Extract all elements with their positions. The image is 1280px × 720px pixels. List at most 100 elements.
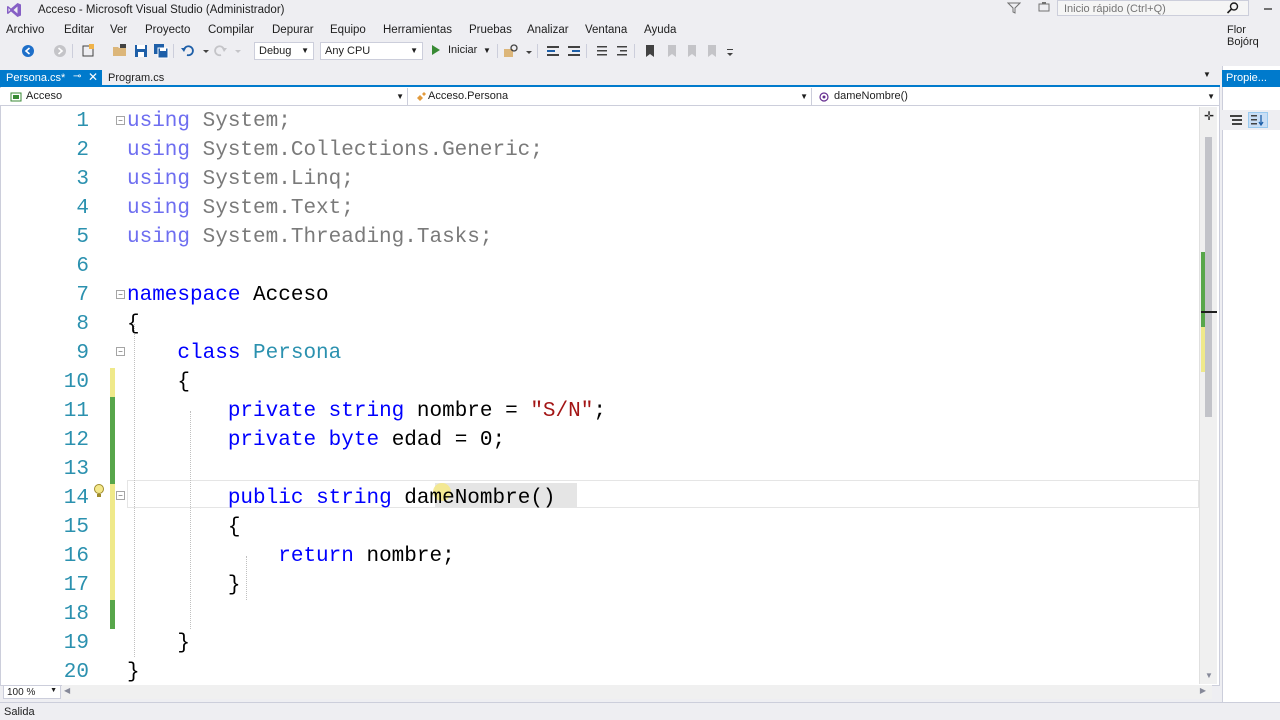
saved-change-map-marker	[1201, 252, 1205, 327]
tab-label: Propie...	[1226, 72, 1267, 84]
document-tab-strip: Persona.cs* ⊸ ✕ Program.cs	[0, 66, 1220, 87]
line-number: 13	[63, 458, 89, 481]
window-title: Acceso - Microsoft Visual Studio (Admini…	[38, 4, 285, 16]
split-window-icon[interactable]: ✛	[1204, 109, 1214, 123]
feedback-filter-icon[interactable]	[1007, 1, 1021, 15]
scrollbar-thumb[interactable]	[1205, 137, 1212, 417]
code-editor[interactable]: − − − − 1 using System; 2 using System.C…	[1, 107, 1199, 684]
code-line: 10 {	[1, 368, 1199, 397]
line-number: 20	[63, 661, 89, 684]
menu-depurar[interactable]: Depurar	[272, 24, 314, 36]
navigation-bar: Acceso ▼ Acceso.Persona ▼ dameNombre() ▼	[0, 88, 1219, 106]
menu-herramientas[interactable]: Herramientas	[383, 24, 452, 36]
redo-icon[interactable]	[212, 43, 228, 59]
pin-icon[interactable]: ⊸	[73, 71, 81, 82]
properties-panel	[1222, 66, 1280, 702]
menu-editar[interactable]: Editar	[64, 24, 94, 36]
line-number: 14	[63, 487, 89, 510]
bookmark-icon[interactable]	[642, 43, 658, 59]
scroll-left-icon[interactable]: ◀	[64, 686, 70, 695]
chevron-down-icon: ▼	[800, 92, 808, 101]
type-dropdown[interactable]: Acceso.Persona ▼	[410, 88, 812, 106]
next-bookmark-icon[interactable]	[684, 43, 700, 59]
code-line: 8 {	[1, 310, 1199, 339]
redo-dropdown-icon[interactable]	[230, 43, 246, 59]
menu-analizar[interactable]: Analizar	[527, 24, 569, 36]
scroll-down-icon[interactable]: ▼	[1205, 671, 1213, 680]
output-tab[interactable]: Salida	[4, 706, 35, 718]
line-number: 4	[76, 197, 89, 220]
navigate-back-icon[interactable]	[20, 43, 36, 59]
line-number: 1	[76, 110, 89, 133]
horizontal-scrollbar[interactable]: ◀ ▶	[62, 685, 1212, 699]
minimize-button[interactable]	[1258, 0, 1280, 18]
menu-pruebas[interactable]: Pruebas	[469, 24, 512, 36]
tab-properties[interactable]: Propie...	[1222, 70, 1280, 87]
menu-equipo[interactable]: Equipo	[330, 24, 366, 36]
uncomment-lines-icon[interactable]	[614, 43, 630, 59]
comment-lines-icon[interactable]	[594, 43, 610, 59]
clear-bookmarks-icon[interactable]	[704, 43, 720, 59]
line-number: 16	[63, 545, 89, 568]
alphabetical-button[interactable]	[1248, 112, 1268, 128]
tab-label: Program.cs	[108, 72, 165, 84]
zoom-level-select[interactable]: 100 % ▼	[3, 685, 61, 699]
toolbar-overflow-icon[interactable]	[521, 43, 537, 59]
previous-bookmark-icon[interactable]	[664, 43, 680, 59]
member-dropdown[interactable]: dameNombre() ▼	[814, 88, 1218, 106]
code-line: 9 class Persona	[1, 339, 1199, 368]
menu-compilar[interactable]: Compilar	[208, 24, 254, 36]
categorized-icon[interactable]	[1228, 112, 1244, 128]
menu-archivo[interactable]: Archivo	[6, 24, 44, 36]
line-number: 3	[76, 168, 89, 191]
undo-icon[interactable]	[180, 43, 196, 59]
vertical-scrollbar[interactable]: ✛ ▼	[1199, 107, 1217, 684]
menu-ver[interactable]: Ver	[110, 24, 127, 36]
notifications-icon[interactable]	[1037, 1, 1051, 15]
start-label: Iniciar	[448, 44, 478, 56]
line-number: 8	[76, 313, 89, 336]
scroll-right-icon[interactable]: ▶	[1200, 686, 1206, 695]
close-icon[interactable]: ✕	[88, 70, 98, 84]
menu-bar: Archivo Editar Ver Proyecto Compilar Dep…	[0, 20, 1280, 40]
solution-platform-select[interactable]: Any CPU ▼	[320, 42, 423, 60]
visual-studio-logo-icon	[7, 3, 21, 17]
chevron-down-icon: ▼	[483, 46, 491, 55]
step-over-icon[interactable]	[566, 43, 582, 59]
code-line: 14 public string dameNombre()	[1, 484, 1199, 513]
caret-position-marker	[1201, 311, 1217, 313]
solution-configuration-select[interactable]: Debug ▼	[254, 42, 314, 60]
menu-proyecto[interactable]: Proyecto	[145, 24, 190, 36]
line-number: 10	[63, 371, 89, 394]
line-number: 12	[63, 429, 89, 452]
code-line: 6	[1, 252, 1199, 281]
code-line: 4 using System.Text;	[1, 194, 1199, 223]
quick-launch-box[interactable]	[1057, 0, 1249, 16]
project-dropdown[interactable]: Acceso ▼	[4, 88, 408, 106]
tab-program-cs[interactable]: Program.cs	[102, 70, 202, 87]
csharp-project-icon	[10, 92, 22, 102]
find-in-files-icon[interactable]	[503, 43, 519, 59]
alphabetical-icon	[1251, 115, 1264, 127]
tab-overflow-icon[interactable]: ▼	[1203, 70, 1211, 79]
navigate-forward-icon[interactable]	[52, 43, 68, 59]
code-line: 13	[1, 455, 1199, 484]
search-icon[interactable]	[1226, 1, 1240, 15]
line-number: 6	[76, 255, 89, 278]
new-project-icon[interactable]	[80, 43, 96, 59]
toolbar-options-icon[interactable]	[722, 43, 738, 59]
standard-toolbar: Debug ▼ Any CPU ▼ Iniciar ▼	[0, 40, 1280, 62]
menu-ayuda[interactable]: Ayuda	[644, 24, 676, 36]
code-line: 20 }	[1, 658, 1199, 684]
save-icon[interactable]	[133, 43, 149, 59]
code-line: 11 private string nombre = "S/N";	[1, 397, 1199, 426]
tab-persona-cs[interactable]: Persona.cs* ⊸ ✕	[0, 70, 102, 87]
menu-ventana[interactable]: Ventana	[585, 24, 627, 36]
chevron-down-icon: ▼	[301, 46, 309, 55]
save-all-icon[interactable]	[153, 43, 169, 59]
code-line: 1 using System;	[1, 107, 1199, 136]
quick-launch-input[interactable]	[1064, 2, 1224, 15]
step-into-icon[interactable]	[545, 43, 561, 59]
open-file-icon[interactable]	[112, 43, 128, 59]
output-bar: Salida	[0, 702, 1280, 720]
